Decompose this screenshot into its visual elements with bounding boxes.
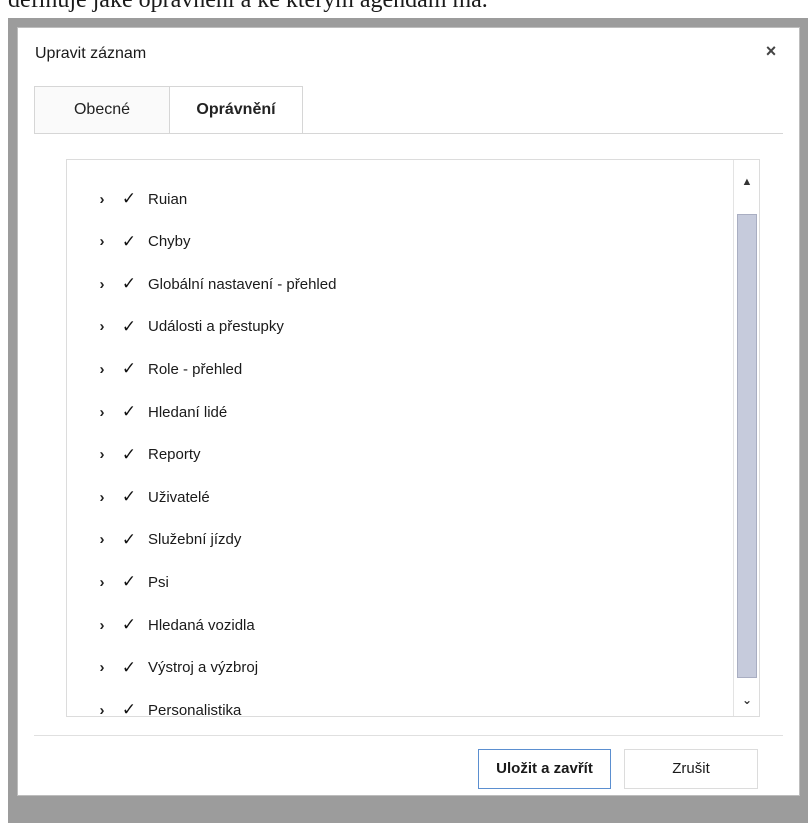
edit-record-dialog: Upravit záznam × Obecné Oprávnění › ✓ Ruia…	[17, 27, 800, 796]
dialog-title: Upravit záznam	[35, 45, 147, 62]
tree-item[interactable]: › ✓ Globální nastavení - přehled	[67, 269, 337, 299]
checkmark-icon[interactable]: ✓	[119, 658, 139, 678]
tree-item-label: Události a přestupky	[148, 318, 284, 336]
tree-item[interactable]: › ✓ Události a přestupky	[67, 312, 284, 342]
checkmark-icon[interactable]: ✓	[119, 274, 139, 294]
close-icon[interactable]: ×	[761, 41, 781, 61]
tree-item[interactable]: › ✓ Hledaná vozidla	[67, 610, 255, 640]
tree-item[interactable]: › ✓ Role - přehled	[67, 354, 243, 384]
footer-divider	[34, 735, 783, 736]
chevron-right-icon[interactable]: ›	[94, 404, 110, 421]
tree-item[interactable]: › ✓ Výstroj a výzbroj	[67, 653, 259, 683]
tree-item-label: Personalistika	[148, 701, 242, 719]
chevron-right-icon[interactable]: ›	[94, 191, 110, 208]
tree-item[interactable]: › ✓ Chyby	[67, 227, 191, 257]
chevron-right-icon[interactable]: ›	[94, 276, 110, 293]
chevron-right-icon[interactable]: ›	[94, 617, 110, 634]
scroll-thumb[interactable]	[737, 214, 757, 678]
tree-item[interactable]: › ✓ Reporty	[67, 440, 201, 470]
tree-item-label: Hledaná vozidla	[148, 616, 255, 634]
tab-permissions[interactable]: Oprávnění	[169, 86, 303, 134]
tree-item[interactable]: › ✓ Psi	[67, 567, 169, 597]
tree-item[interactable]: › ✓ Ruian	[67, 184, 188, 214]
chevron-right-icon[interactable]: ›	[94, 702, 110, 719]
tree-item-label: Služební jízdy	[148, 531, 242, 549]
tree-item[interactable]: › ✓ Hledaní lidé	[67, 397, 228, 427]
chevron-right-icon[interactable]: ›	[94, 659, 110, 676]
tree-item-label: Psi	[148, 573, 169, 591]
chevron-right-icon[interactable]: ›	[94, 574, 110, 591]
tree-item-label: Ruian	[148, 190, 188, 208]
checkmark-icon[interactable]: ✓	[119, 317, 139, 337]
checkmark-icon[interactable]: ✓	[119, 487, 139, 507]
checkmark-icon[interactable]: ✓	[119, 232, 139, 252]
tree-item-label: Výstroj a výzbroj	[148, 659, 259, 677]
permissions-tree: › ✓ Ruian › ✓ Chyby › ✓ Globální nastavení - pře…	[67, 160, 731, 719]
tree-item-label: Role - přehled	[148, 360, 243, 378]
chevron-right-icon[interactable]: ›	[94, 361, 110, 378]
tab-divider	[34, 133, 783, 134]
tree-item[interactable]: › ✓ Služební jízdy	[67, 525, 242, 555]
chevron-right-icon[interactable]: ›	[94, 446, 110, 463]
checkmark-icon[interactable]: ✓	[119, 530, 139, 550]
chevron-right-icon[interactable]: ›	[94, 233, 110, 250]
tree-item[interactable]: › ✓ Uživatelé	[67, 482, 210, 512]
scroll-down-icon[interactable]: ⌄	[734, 688, 760, 712]
tree-item-label: Hledaní lidé	[148, 403, 228, 421]
checkmark-icon[interactable]: ✓	[119, 615, 139, 635]
tree-item-label: Reporty	[148, 446, 201, 464]
chevron-right-icon[interactable]: ›	[94, 489, 110, 506]
scroll-up-icon[interactable]: ▲	[734, 170, 760, 194]
tree-item-label: Uživatelé	[148, 488, 210, 506]
checkmark-icon[interactable]: ✓	[119, 700, 139, 720]
chevron-right-icon[interactable]: ›	[94, 318, 110, 335]
checkmark-icon[interactable]: ✓	[119, 189, 139, 209]
scrollbar[interactable]: ▲ ⌄	[733, 160, 759, 716]
save-and-close-button[interactable]: Uložit a zavřít	[478, 749, 611, 789]
cancel-button[interactable]: Zrušit	[624, 749, 758, 789]
tree-item-label: Globální nastavení - přehled	[148, 275, 337, 293]
document-text: definuje jaké oprávnění a ke kterým agen…	[8, 0, 488, 13]
checkmark-icon[interactable]: ✓	[119, 359, 139, 379]
checkmark-icon[interactable]: ✓	[119, 402, 139, 422]
checkmark-icon[interactable]: ✓	[119, 445, 139, 465]
permissions-panel: › ✓ Ruian › ✓ Chyby › ✓ Globální nastavení - pře…	[66, 159, 760, 719]
tree-item-label: Chyby	[148, 233, 191, 251]
checkmark-icon[interactable]: ✓	[119, 572, 139, 592]
tab-general[interactable]: Obecné	[34, 86, 170, 134]
chevron-right-icon[interactable]: ›	[94, 531, 110, 548]
tree-item[interactable]: › ✓ Personalistika	[67, 695, 242, 725]
